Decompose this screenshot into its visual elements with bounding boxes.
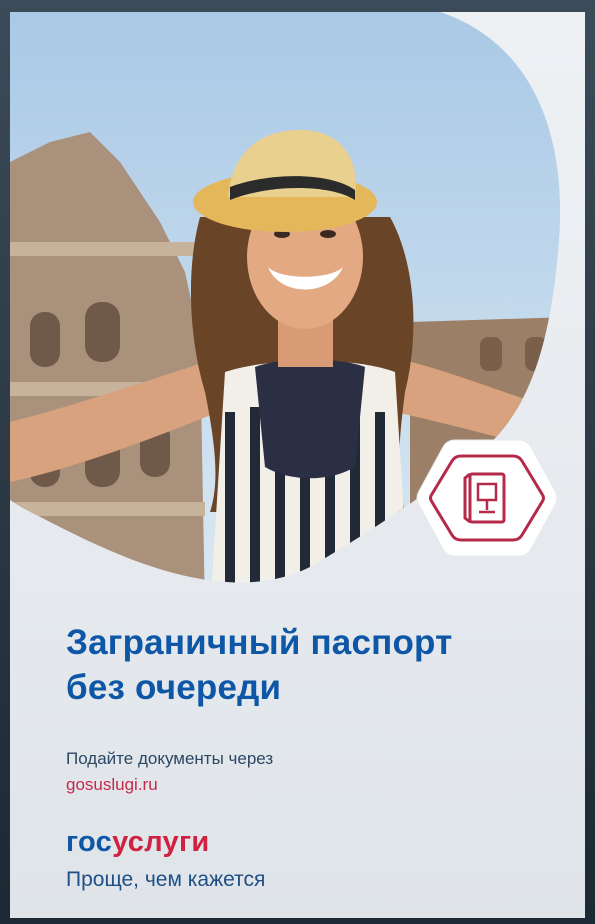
passport-badge (415, 430, 559, 574)
passport-icon (416, 439, 558, 557)
brand-logo: госуслуги (66, 826, 209, 859)
ad-poster: Заграничный паспорт без очереди Подайте … (10, 12, 585, 918)
headline-line-2: без очереди (66, 668, 282, 707)
tagline: Проще, чем кажется (66, 868, 266, 891)
website-link[interactable]: gosuslugi.ru (66, 772, 486, 798)
headline-line-1: Заграничный паспорт (66, 623, 453, 662)
brand-part-1: гос (66, 826, 113, 858)
brand-part-2: услуги (112, 826, 210, 858)
subtext: Подайте документы через gosuslugi.ru (66, 746, 486, 798)
subtext-line: Подайте документы через (66, 749, 274, 768)
headline: Заграничный паспорт без очереди (66, 620, 566, 710)
